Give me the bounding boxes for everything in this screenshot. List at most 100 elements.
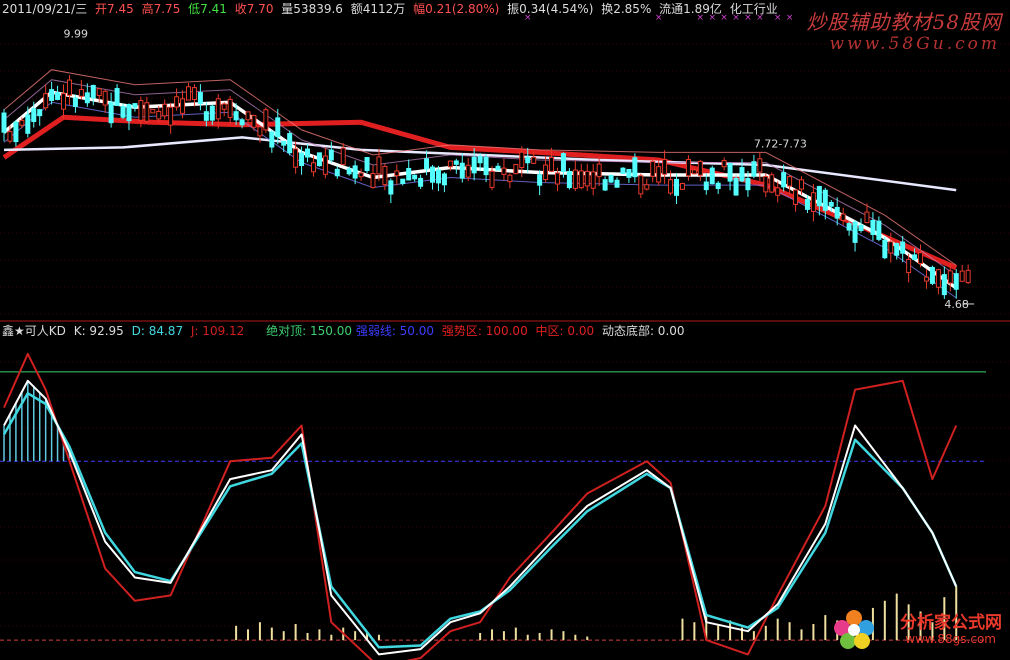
candle-body [459, 162, 465, 179]
candle-body [269, 131, 275, 148]
candle-body [697, 160, 703, 176]
candle-body [209, 105, 215, 121]
candle-body [810, 192, 816, 212]
candle-body [685, 158, 691, 177]
candle-body [941, 274, 947, 296]
quote-amount: 额4112万 [350, 2, 406, 16]
candle-body [745, 178, 751, 191]
candle-body [781, 172, 787, 188]
candle-body [477, 156, 483, 164]
candle-body [358, 172, 364, 178]
candle-body [626, 168, 632, 178]
candle-body [644, 184, 650, 190]
candle-body [257, 126, 263, 137]
candle-body [650, 161, 656, 177]
price-labels: 9.997.72-7.734.68 [64, 28, 975, 311]
indicator-strength-line: 强弱线: 50.00 [355, 324, 435, 338]
candle-body [239, 119, 245, 126]
candle-body [19, 119, 25, 126]
candle-body [346, 168, 352, 175]
candle-body [876, 220, 882, 240]
candle-body [90, 84, 96, 99]
candle-body [513, 164, 519, 175]
candle-body [537, 174, 543, 186]
candle-body [465, 164, 471, 178]
candle-body [447, 160, 453, 168]
candle-body [352, 165, 358, 179]
candle-body [816, 186, 822, 207]
candle-body [495, 165, 501, 171]
candle-body [900, 241, 906, 254]
candle-body [715, 182, 721, 190]
candle-body [61, 93, 67, 110]
price-label: 9.99 [64, 28, 89, 41]
candle-body [174, 96, 180, 108]
kdj-line-d [2, 392, 958, 649]
candle-body [959, 270, 965, 282]
candle-body [489, 170, 495, 188]
candle-body [775, 187, 781, 196]
candle-body [882, 239, 888, 259]
indicator-reference-lines [0, 371, 986, 641]
candle-body [162, 103, 168, 117]
candle-body [441, 173, 447, 186]
candle-body [560, 153, 566, 172]
candle-body [757, 158, 763, 173]
candle-body [114, 88, 120, 106]
candle-body [287, 133, 293, 154]
candle-body [727, 163, 733, 182]
indicator-k: K: 92.95 [73, 324, 124, 338]
candle-body [923, 276, 929, 282]
candle-body [293, 148, 299, 168]
candle-body [691, 169, 697, 175]
candle-body [858, 224, 864, 232]
candle-body [519, 151, 525, 169]
candle-body [531, 156, 537, 164]
candle-body [281, 141, 287, 146]
candle-body [870, 219, 876, 235]
candle-body [501, 167, 507, 175]
candle-body [72, 97, 78, 107]
candle-body [483, 156, 489, 176]
indicator-name: 鑫★可人KD [2, 324, 66, 338]
quote-float-shares: 流通1.89亿 [659, 2, 722, 16]
quote-high: 高7.75 [141, 2, 181, 16]
indicator-abs-top: 绝对顶: 150.00 [266, 324, 352, 338]
candle-body [733, 177, 739, 196]
candle-body [144, 102, 150, 122]
candle-body [929, 266, 935, 284]
candle-body [191, 87, 197, 100]
candle-body [340, 147, 346, 166]
candle-body [834, 206, 840, 219]
candle-body [846, 223, 852, 231]
candle-body [168, 106, 174, 126]
price-gridlines [0, 43, 1010, 315]
candle-body [132, 103, 138, 108]
candle-body [370, 173, 376, 188]
candle-body [804, 198, 810, 210]
candle-body [602, 179, 608, 191]
candle-body [84, 92, 90, 104]
candle-body [1, 112, 7, 133]
signal-marker: × [786, 13, 794, 23]
candle-body [334, 168, 340, 177]
candle-body [578, 170, 584, 189]
candle-body [739, 167, 745, 182]
candle-body [614, 179, 620, 188]
candle-body [965, 269, 971, 284]
quote-close: 收7.70 [234, 2, 274, 16]
candle-body [382, 165, 388, 186]
candle-body [388, 180, 394, 195]
kdj-lines [2, 352, 958, 660]
candle-body [418, 177, 424, 187]
candle-body [66, 79, 72, 96]
candle-body [430, 166, 436, 183]
candle-body [828, 201, 834, 207]
indicator-strong-zone: 强势区: 100.00 [441, 324, 528, 338]
candle-body [185, 86, 191, 101]
candle-body [638, 175, 644, 195]
candle-body [709, 167, 715, 185]
candle-body [13, 121, 19, 143]
candle-body [793, 189, 799, 205]
candle-body [221, 103, 227, 110]
